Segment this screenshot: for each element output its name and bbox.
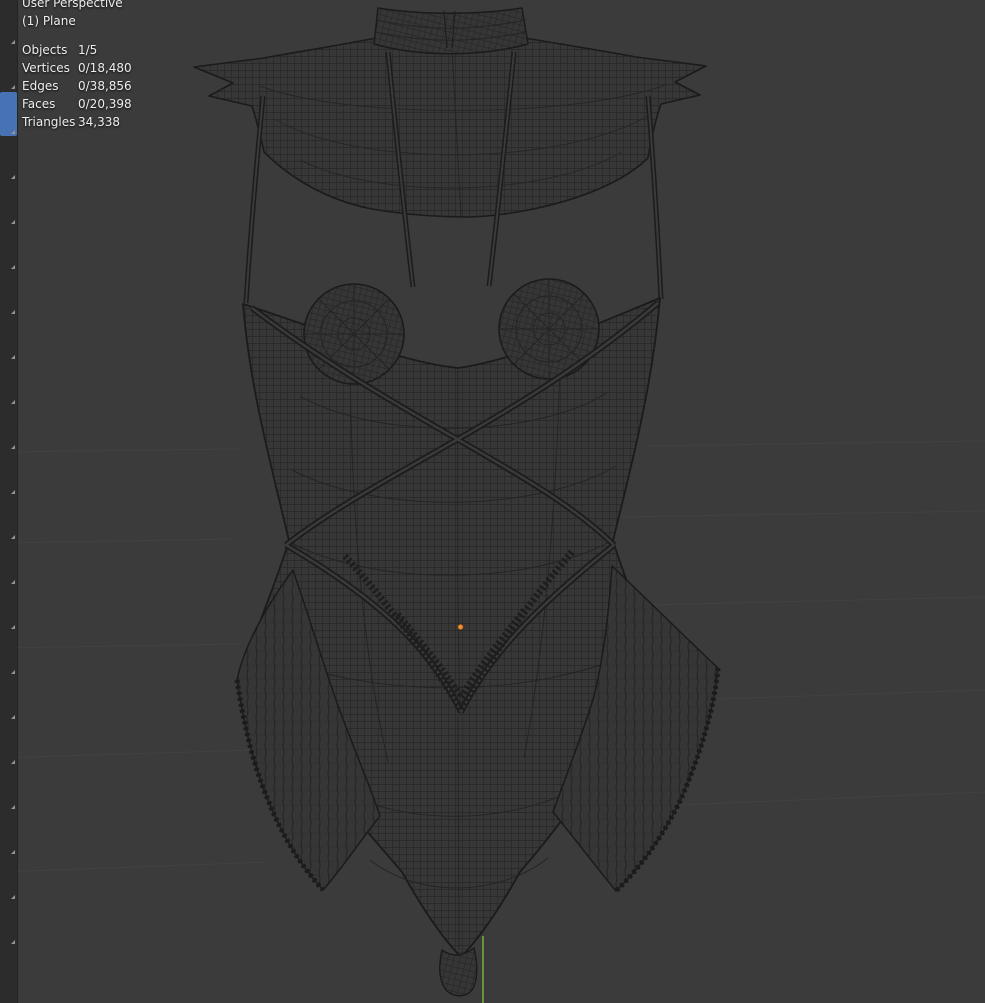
tool-button[interactable] xyxy=(0,677,17,721)
viewport-overlay: User Perspective (1) Plane Objects 1/5 V… xyxy=(22,0,132,131)
stat-row: Edges 0/38,856 xyxy=(22,77,132,95)
tool-button[interactable] xyxy=(0,2,17,46)
tool-button[interactable] xyxy=(0,227,17,271)
tool-group-indicator-icon xyxy=(11,490,15,494)
stat-label: Vertices xyxy=(22,61,70,75)
tool-button[interactable] xyxy=(0,47,17,91)
tool-group-indicator-icon xyxy=(11,265,15,269)
tool-button[interactable] xyxy=(0,137,17,181)
collar-cape xyxy=(193,37,707,218)
tool-button[interactable] xyxy=(0,857,17,901)
tool-group-indicator-icon xyxy=(11,130,15,134)
stat-label: Edges xyxy=(22,79,59,93)
tool-button[interactable] xyxy=(0,407,17,451)
tool-button[interactable] xyxy=(0,182,17,226)
stat-row: Objects 1/5 xyxy=(22,41,132,59)
tool-group-indicator-icon xyxy=(11,445,15,449)
stat-value: 0/18,480 xyxy=(78,61,132,75)
stat-label: Objects xyxy=(22,43,68,57)
crotch-piece xyxy=(439,946,478,997)
tool-group-indicator-icon xyxy=(11,895,15,899)
tool-button[interactable] xyxy=(0,452,17,496)
tool-group-indicator-icon xyxy=(11,40,15,44)
tool-button[interactable] xyxy=(0,767,17,811)
tool-group-indicator-icon xyxy=(11,940,15,944)
tool-group-indicator-icon xyxy=(11,850,15,854)
tool-group-indicator-icon xyxy=(11,85,15,89)
tool-button[interactable] xyxy=(0,632,17,676)
stat-row: Vertices 0/18,480 xyxy=(22,59,132,77)
tool-button[interactable] xyxy=(0,542,17,586)
wireframe-garment-mesh xyxy=(0,7,985,1003)
stat-row: Triangles 34,338 xyxy=(22,113,132,131)
tool-group-indicator-icon xyxy=(11,625,15,629)
tool-group-indicator-icon xyxy=(11,175,15,179)
tool-button[interactable] xyxy=(0,812,17,856)
tool-button[interactable] xyxy=(0,587,17,631)
tool-button[interactable] xyxy=(0,722,17,766)
tool-group-indicator-icon xyxy=(11,805,15,809)
tool-group-indicator-icon xyxy=(11,715,15,719)
tool-group-indicator-icon xyxy=(11,535,15,539)
view-perspective-label: User Perspective xyxy=(22,0,123,10)
stat-value: 34,338 xyxy=(78,115,120,129)
origin-point xyxy=(457,624,464,631)
tool-group-indicator-icon xyxy=(11,580,15,584)
stat-value: 0/38,856 xyxy=(78,79,132,93)
tool-group-indicator-icon xyxy=(11,220,15,224)
active-collection-label: (1) Plane xyxy=(22,14,76,28)
tool-button[interactable] xyxy=(0,362,17,406)
collar-neck xyxy=(373,7,529,55)
statistics-overlay: Objects 1/5 Vertices 0/18,480 Edges 0/38… xyxy=(22,41,132,131)
stat-label: Triangles xyxy=(22,115,76,129)
tool-group-indicator-icon xyxy=(11,355,15,359)
tool-button[interactable] xyxy=(0,317,17,361)
tool-group-indicator-icon xyxy=(11,310,15,314)
stat-row: Faces 0/20,398 xyxy=(22,95,132,113)
tool-button[interactable] xyxy=(0,272,17,316)
stat-value: 0/20,398 xyxy=(78,97,132,111)
stat-label: Faces xyxy=(22,97,56,111)
tool-button[interactable] xyxy=(0,92,17,136)
tool-shelf[interactable] xyxy=(0,0,18,1003)
stat-value: 1/5 xyxy=(78,43,98,57)
tool-group-indicator-icon xyxy=(11,760,15,764)
tool-group-indicator-icon xyxy=(11,400,15,404)
tool-button[interactable] xyxy=(0,497,17,541)
3d-viewport[interactable]: User Perspective (1) Plane Objects 1/5 V… xyxy=(0,0,985,1003)
tool-group-indicator-icon xyxy=(11,670,15,674)
tool-button[interactable] xyxy=(0,902,17,946)
